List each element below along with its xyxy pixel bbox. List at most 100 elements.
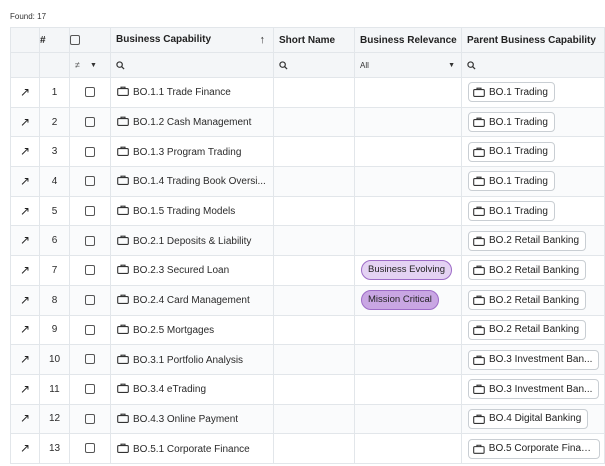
open-row-cell[interactable]: ↗: [10, 195, 40, 227]
row-select-cell[interactable]: [69, 106, 111, 138]
parent-capability-link[interactable]: BO.5 Corporate Finan...: [468, 438, 600, 459]
parent-capability-link[interactable]: BO.1 Trading: [468, 112, 555, 133]
parent-capability-link[interactable]: BO.1 Trading: [468, 171, 555, 192]
row-checkbox[interactable]: [85, 324, 95, 335]
capability-cell[interactable]: BO.5.1 Corporate Finance: [110, 433, 274, 464]
parent-cell[interactable]: BO.1 Trading: [461, 77, 605, 108]
header-short-name[interactable]: Short Name: [273, 27, 355, 53]
filter-parent[interactable]: [461, 52, 605, 78]
capability-cell[interactable]: BO.2.4 Card Management: [110, 284, 274, 316]
open-row-cell[interactable]: ↗: [10, 314, 40, 346]
open-row-cell[interactable]: ↗: [10, 166, 40, 197]
relevance-badge[interactable]: Mission Critical: [361, 290, 439, 311]
relevance-cell[interactable]: [354, 403, 462, 435]
short-name-cell[interactable]: [273, 255, 355, 286]
short-name-cell[interactable]: [273, 403, 355, 435]
relevance-cell[interactable]: [354, 314, 462, 346]
open-arrow-icon[interactable]: ↗: [20, 264, 30, 276]
capability-cell[interactable]: BO.1.5 Trading Models: [110, 195, 274, 227]
short-name-cell[interactable]: [273, 136, 355, 168]
parent-capability-link[interactable]: BO.2 Retail Banking: [468, 290, 587, 311]
open-row-cell[interactable]: ↗: [10, 136, 40, 168]
row-checkbox[interactable]: [85, 146, 95, 157]
relevance-cell[interactable]: [354, 106, 462, 138]
capability-cell[interactable]: BO.3.1 Portfolio Analysis: [110, 344, 274, 375]
open-row-cell[interactable]: ↗: [10, 225, 40, 257]
parent-cell[interactable]: BO.2 Retail Banking: [461, 314, 605, 346]
short-name-cell[interactable]: [273, 166, 355, 197]
open-row-cell[interactable]: ↗: [10, 255, 40, 286]
parent-cell[interactable]: BO.3 Investment Ban...: [461, 344, 605, 375]
row-select-cell[interactable]: [69, 403, 111, 435]
capability-cell[interactable]: BO.3.4 eTrading: [110, 373, 274, 405]
table-row[interactable]: ↗ 2 BO.1.2 Cash Management BO.1 Trading: [10, 106, 605, 138]
parent-cell[interactable]: BO.2 Retail Banking: [461, 255, 605, 286]
open-arrow-icon[interactable]: ↗: [20, 86, 30, 98]
filter-short-name[interactable]: [273, 52, 355, 78]
row-checkbox[interactable]: [85, 354, 95, 365]
short-name-cell[interactable]: [273, 314, 355, 346]
open-arrow-icon[interactable]: ↗: [20, 353, 30, 365]
header-select-all[interactable]: [69, 27, 111, 53]
header-business-capability[interactable]: Business Capability ↑: [110, 27, 274, 53]
open-row-cell[interactable]: ↗: [10, 373, 40, 405]
row-select-cell[interactable]: [69, 225, 111, 257]
row-checkbox[interactable]: [85, 116, 95, 127]
row-checkbox[interactable]: [85, 235, 95, 246]
table-row[interactable]: ↗ 12 BO.4.3 Online Payment BO.4 Digital Ban…: [10, 403, 605, 435]
table-row[interactable]: ↗ 1 BO.1.1 Trade Finance BO.1 Trading: [10, 77, 605, 108]
table-row[interactable]: ↗ 6 BO.2.1 Deposits & Liability BO.2 Retail…: [10, 225, 605, 257]
open-arrow-icon[interactable]: ↗: [20, 234, 30, 246]
row-select-cell[interactable]: [69, 314, 111, 346]
row-checkbox[interactable]: [85, 443, 95, 454]
capability-cell[interactable]: BO.1.3 Program Trading: [110, 136, 274, 168]
short-name-cell[interactable]: [273, 284, 355, 316]
row-checkbox[interactable]: [85, 265, 95, 276]
row-select-cell[interactable]: [69, 136, 111, 168]
relevance-cell[interactable]: [354, 136, 462, 168]
parent-cell[interactable]: BO.1 Trading: [461, 106, 605, 138]
parent-capability-link[interactable]: BO.2 Retail Banking: [468, 319, 587, 340]
relevance-cell[interactable]: [354, 166, 462, 197]
open-row-cell[interactable]: ↗: [10, 433, 40, 464]
open-arrow-icon[interactable]: ↗: [20, 205, 30, 217]
open-row-cell[interactable]: ↗: [10, 403, 40, 435]
table-row[interactable]: ↗ 13 BO.5.1 Corporate Finance BO.5 Corporat…: [10, 433, 605, 464]
relevance-cell[interactable]: [354, 344, 462, 375]
open-arrow-icon[interactable]: ↗: [20, 294, 30, 306]
table-row[interactable]: ↗ 11 BO.3.4 eTrading BO.3 Investment Ban...: [10, 373, 605, 405]
relevance-cell[interactable]: [354, 195, 462, 227]
short-name-cell[interactable]: [273, 195, 355, 227]
capability-cell[interactable]: BO.4.3 Online Payment: [110, 403, 274, 435]
relevance-cell[interactable]: [354, 77, 462, 108]
short-name-cell[interactable]: [273, 225, 355, 257]
open-row-cell[interactable]: ↗: [10, 284, 40, 316]
relevance-badge[interactable]: Business Evolving: [361, 260, 453, 281]
table-row[interactable]: ↗ 10 BO.3.1 Portfolio Analysis BO.3 Investm…: [10, 344, 605, 375]
open-arrow-icon[interactable]: ↗: [20, 442, 30, 454]
parent-cell[interactable]: BO.3 Investment Ban...: [461, 373, 605, 405]
short-name-cell[interactable]: [273, 106, 355, 138]
parent-capability-link[interactable]: BO.1 Trading: [468, 141, 555, 162]
relevance-cell[interactable]: [354, 373, 462, 405]
parent-capability-link[interactable]: BO.2 Retail Banking: [468, 260, 587, 281]
row-checkbox[interactable]: [85, 413, 95, 424]
parent-cell[interactable]: BO.1 Trading: [461, 136, 605, 168]
open-arrow-icon[interactable]: ↗: [20, 145, 30, 157]
sort-ascending-icon[interactable]: ↑: [260, 34, 266, 46]
parent-cell[interactable]: BO.1 Trading: [461, 195, 605, 227]
capability-cell[interactable]: BO.1.1 Trade Finance: [110, 77, 274, 108]
select-all-checkbox[interactable]: [70, 34, 80, 45]
filter-capability[interactable]: [110, 52, 274, 78]
open-arrow-icon[interactable]: ↗: [20, 383, 30, 395]
parent-cell[interactable]: BO.4 Digital Banking: [461, 403, 605, 435]
row-select-cell[interactable]: [69, 373, 111, 405]
relevance-cell[interactable]: Mission Critical: [354, 284, 462, 316]
open-arrow-icon[interactable]: ↗: [20, 412, 30, 424]
parent-capability-link[interactable]: BO.3 Investment Ban...: [468, 349, 600, 370]
row-select-cell[interactable]: [69, 77, 111, 108]
open-row-cell[interactable]: ↗: [10, 77, 40, 108]
header-parent-capability[interactable]: Parent Business Capability: [461, 27, 605, 53]
parent-cell[interactable]: BO.2 Retail Banking: [461, 225, 605, 257]
table-row[interactable]: ↗ 7 BO.2.3 Secured Loan Business Evolving BO…: [10, 255, 605, 286]
